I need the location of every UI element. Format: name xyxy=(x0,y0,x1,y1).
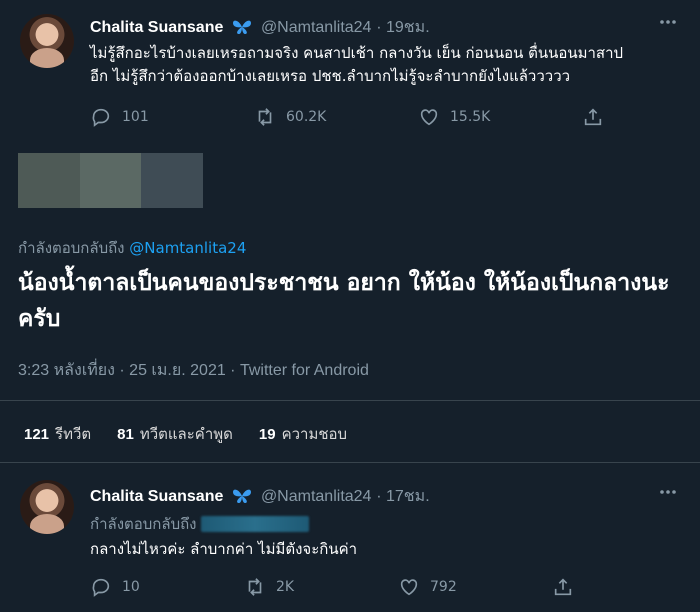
blurred-image xyxy=(18,153,204,208)
engagement-stats: 121 รีทวีต 81 ทวีตและคำพูด 19 ความชอบ xyxy=(24,422,347,446)
retweet-icon xyxy=(258,108,272,126)
like-button[interactable]: 792 xyxy=(398,576,552,598)
tweet-header: Chalita Suansane @Namtanlita24 · 19ชม. xyxy=(90,15,430,40)
tweet-timestamp[interactable]: 3:23 หลังเที่ยง · 25 เม.ย. 2021 · Twitte… xyxy=(18,358,369,383)
retweet-button[interactable]: 60.2K xyxy=(254,106,418,128)
quote-count: 81 xyxy=(117,426,134,443)
tweet-text-line: ไม่รู้สึกอะไรบ้างเลยเหรอถามจริง คนสาปเช้… xyxy=(90,44,624,62)
replying-label: กำลังตอบกลับถึง xyxy=(18,239,125,257)
avatar[interactable] xyxy=(20,480,74,534)
share-icon xyxy=(584,108,602,126)
handle[interactable]: @Namtanlita24 xyxy=(261,488,372,505)
reply-button[interactable]: 101 xyxy=(90,106,254,128)
display-name[interactable]: Chalita Suansane xyxy=(90,488,223,505)
timestamp[interactable]: · 17ชม. xyxy=(376,488,429,505)
retweet-label: รีทวีต xyxy=(55,425,92,443)
handle[interactable]: @Namtanlita24 xyxy=(261,19,372,36)
redacted-handle xyxy=(201,516,310,532)
replying-to-link[interactable]: @Namtanlita24 xyxy=(129,239,246,257)
share-button[interactable] xyxy=(582,106,604,128)
butterfly-icon xyxy=(232,488,252,508)
tweet-text-line: อีก ไม่รู้สึกว่าต้องออกบ้างเลยเหรอ ปชช.ล… xyxy=(90,67,571,85)
timestamp[interactable]: · 19ชม. xyxy=(376,19,429,36)
tweet-actions: 101 60.2K 15.5K xyxy=(90,106,604,128)
replying-to: กำลังตอบกลับถึง @Namtanlita24 xyxy=(18,236,246,260)
retweet-count: 2K xyxy=(276,579,295,595)
reply-icon xyxy=(92,578,110,597)
retweet-count: 60.2K xyxy=(286,109,327,125)
share-icon xyxy=(554,578,572,596)
retweet-button[interactable]: 2K xyxy=(244,576,398,598)
reply-count: 101 xyxy=(122,109,149,125)
tweet-text: กลางไม่ไหวค่ะ ลำบากค่า ไม่มีตังจะกินค่า xyxy=(90,540,358,558)
tweet-text: ไม่รู้สึกอะไรบ้างเลยเหรอถามจริง คนสาปเช้… xyxy=(90,42,690,88)
main-tweet-text: น้องน้ำตาลเป็นคนของประชาชน อยาก ให้น้อง … xyxy=(18,270,670,332)
like-icon xyxy=(400,579,418,596)
like-count: 792 xyxy=(430,579,457,595)
like-icon xyxy=(420,109,438,126)
avatar[interactable] xyxy=(20,14,74,68)
likes-stat[interactable]: 19 ความชอบ xyxy=(259,422,347,446)
reply-count: 10 xyxy=(122,579,140,595)
like-button[interactable]: 15.5K xyxy=(418,106,582,128)
like-count: 15.5K xyxy=(450,109,491,125)
more-icon[interactable] xyxy=(658,12,678,36)
reply-icon xyxy=(92,108,110,127)
quote-label: ทวีตและคำพูด xyxy=(139,425,233,443)
tweet-actions: 10 2K 792 xyxy=(90,576,574,598)
butterfly-icon xyxy=(232,19,252,39)
divider xyxy=(0,462,700,463)
retweet-icon xyxy=(248,578,262,596)
share-button[interactable] xyxy=(552,576,574,598)
more-icon[interactable] xyxy=(658,482,678,506)
reply-button[interactable]: 10 xyxy=(90,576,244,598)
replying-to: กำลังตอบกลับถึง xyxy=(90,512,310,536)
retweets-stat[interactable]: 121 รีทวีต xyxy=(24,422,91,446)
display-name[interactable]: Chalita Suansane xyxy=(90,19,223,36)
retweet-count: 121 xyxy=(24,426,50,443)
like-count: 19 xyxy=(258,426,276,443)
divider xyxy=(0,400,700,401)
tweet-header: Chalita Suansane @Namtanlita24 · 17ชม. xyxy=(90,484,430,509)
like-label: ความชอบ xyxy=(281,425,348,443)
replying-label: กำลังตอบกลับถึง xyxy=(90,515,197,533)
quotes-stat[interactable]: 81 ทวีตและคำพูด xyxy=(117,422,233,446)
